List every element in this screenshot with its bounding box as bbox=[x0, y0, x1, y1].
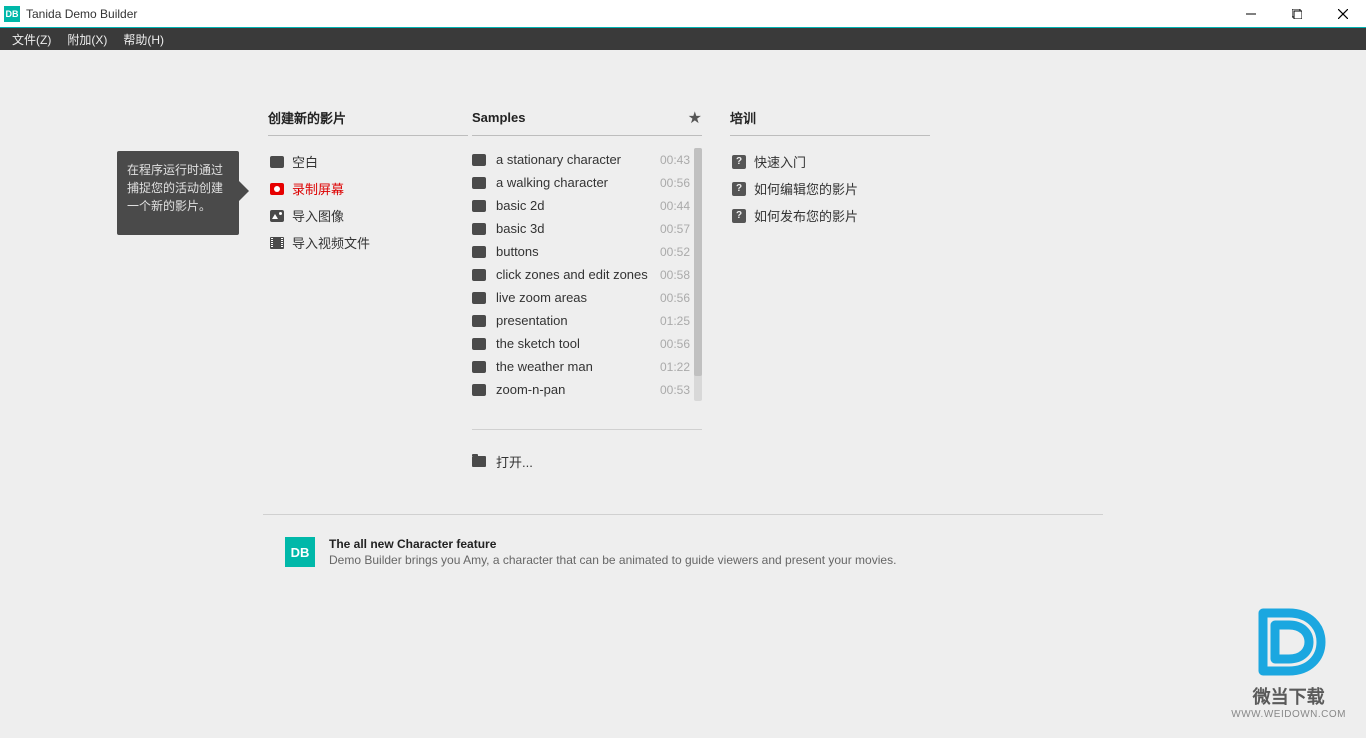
feature-callout: DB The all new Character feature Demo Bu… bbox=[263, 537, 1103, 567]
sample-label: the weather man bbox=[496, 359, 593, 374]
samples-title: Samples bbox=[472, 110, 525, 125]
film-icon bbox=[268, 236, 286, 250]
video-icon bbox=[472, 153, 490, 167]
feature-desc: Demo Builder brings you Amy, a character… bbox=[329, 553, 896, 567]
window-title: Tanida Demo Builder bbox=[26, 7, 137, 21]
samples-list: a stationary character 00:43 a walking cha… bbox=[472, 148, 702, 401]
sample-item[interactable]: basic 3d 00:57 bbox=[472, 217, 690, 240]
video-icon bbox=[472, 268, 490, 282]
training-item-label: 快速入门 bbox=[754, 152, 806, 171]
create-item-label: 导入视频文件 bbox=[292, 233, 370, 252]
video-icon bbox=[472, 383, 490, 397]
record-icon bbox=[268, 182, 286, 196]
watermark: 微当下载 WWW.WEIDOWN.COM bbox=[1231, 603, 1346, 720]
menu-addon[interactable]: 附加(X) bbox=[59, 29, 115, 50]
sample-item[interactable]: presentation 01:25 bbox=[472, 309, 690, 332]
create-item-label: 录制屏幕 bbox=[292, 179, 344, 198]
sample-label: basic 2d bbox=[496, 198, 544, 213]
scrollbar[interactable] bbox=[694, 148, 702, 401]
app-icon: DB bbox=[4, 6, 20, 22]
create-item-blank[interactable]: 空白 bbox=[268, 148, 468, 175]
sample-label: zoom-n-pan bbox=[496, 382, 565, 397]
minimize-button[interactable] bbox=[1228, 0, 1274, 28]
create-column: 创建新的影片 空白 录制屏幕 导入图像 导入视频文件 bbox=[268, 108, 468, 738]
video-icon bbox=[472, 245, 490, 259]
sample-duration: 00:53 bbox=[660, 383, 690, 397]
sample-duration: 00:56 bbox=[660, 176, 690, 190]
sample-label: buttons bbox=[496, 244, 539, 259]
open-button[interactable]: 打开... bbox=[472, 429, 702, 471]
training-title: 培训 bbox=[730, 108, 756, 127]
watermark-text1: 微当下载 bbox=[1231, 683, 1346, 709]
sample-duration: 01:22 bbox=[660, 360, 690, 374]
close-button[interactable] bbox=[1320, 0, 1366, 28]
divider bbox=[263, 514, 1103, 515]
video-icon bbox=[472, 360, 490, 374]
create-item-label: 导入图像 bbox=[292, 206, 344, 225]
open-label: 打开... bbox=[496, 452, 533, 471]
training-item-publish[interactable]: ? 如何发布您的影片 bbox=[730, 202, 930, 229]
menu-file[interactable]: 文件(Z) bbox=[4, 29, 59, 50]
create-item-import-image[interactable]: 导入图像 bbox=[268, 202, 468, 229]
video-icon bbox=[472, 314, 490, 328]
sample-item[interactable]: a walking character 00:56 bbox=[472, 171, 690, 194]
menubar: 文件(Z) 附加(X) 帮助(H) bbox=[0, 28, 1366, 50]
sample-label: presentation bbox=[496, 313, 568, 328]
video-icon bbox=[472, 337, 490, 351]
sample-duration: 00:52 bbox=[660, 245, 690, 259]
tooltip-record: 在程序运行时通过捕捉您的活动创建一个新的影片。 bbox=[117, 151, 239, 235]
box-icon bbox=[268, 155, 286, 169]
sample-label: live zoom areas bbox=[496, 290, 587, 305]
sample-duration: 00:56 bbox=[660, 291, 690, 305]
sample-duration: 00:56 bbox=[660, 337, 690, 351]
folder-icon bbox=[472, 456, 490, 467]
sample-label: basic 3d bbox=[496, 221, 544, 236]
create-item-record[interactable]: 录制屏幕 bbox=[268, 175, 468, 202]
video-icon bbox=[472, 291, 490, 305]
sample-item[interactable]: buttons 00:52 bbox=[472, 240, 690, 263]
create-item-label: 空白 bbox=[292, 152, 318, 171]
training-item-label: 如何发布您的影片 bbox=[754, 206, 858, 225]
menu-help[interactable]: 帮助(H) bbox=[115, 29, 172, 50]
sample-item[interactable]: the weather man 01:22 bbox=[472, 355, 690, 378]
video-icon bbox=[472, 199, 490, 213]
watermark-logo-icon bbox=[1245, 603, 1333, 681]
create-item-import-video[interactable]: 导入视频文件 bbox=[268, 229, 468, 256]
star-icon[interactable]: ★ bbox=[688, 108, 702, 128]
sample-label: click zones and edit zones bbox=[496, 267, 648, 282]
help-icon: ? bbox=[730, 182, 748, 196]
maximize-button[interactable] bbox=[1274, 0, 1320, 28]
samples-column: Samples ★ a stationary character 00:43 a w… bbox=[472, 108, 702, 738]
feature-logo-icon: DB bbox=[285, 537, 315, 567]
video-icon bbox=[472, 222, 490, 236]
sample-label: a stationary character bbox=[496, 152, 621, 167]
training-item-label: 如何编辑您的影片 bbox=[754, 179, 858, 198]
sample-label: the sketch tool bbox=[496, 336, 580, 351]
sample-label: a walking character bbox=[496, 175, 608, 190]
sample-item[interactable]: the sketch tool 00:56 bbox=[472, 332, 690, 355]
sample-item[interactable]: basic 2d 00:44 bbox=[472, 194, 690, 217]
sample-duration: 00:43 bbox=[660, 153, 690, 167]
sample-duration: 01:25 bbox=[660, 314, 690, 328]
watermark-text2: WWW.WEIDOWN.COM bbox=[1231, 709, 1346, 720]
video-icon bbox=[472, 176, 490, 190]
sample-duration: 00:44 bbox=[660, 199, 690, 213]
help-icon: ? bbox=[730, 155, 748, 169]
training-item-edit[interactable]: ? 如何编辑您的影片 bbox=[730, 175, 930, 202]
feature-title: The all new Character feature bbox=[329, 537, 896, 551]
sample-item[interactable]: live zoom areas 00:56 bbox=[472, 286, 690, 309]
sample-item[interactable]: zoom-n-pan 00:53 bbox=[472, 378, 690, 401]
sample-duration: 00:58 bbox=[660, 268, 690, 282]
training-item-quickstart[interactable]: ? 快速入门 bbox=[730, 148, 930, 175]
sample-item[interactable]: a stationary character 00:43 bbox=[472, 148, 690, 171]
create-title: 创建新的影片 bbox=[268, 108, 346, 127]
sample-duration: 00:57 bbox=[660, 222, 690, 236]
window-titlebar: DB Tanida Demo Builder bbox=[0, 0, 1366, 28]
image-icon bbox=[268, 209, 286, 223]
sample-item[interactable]: click zones and edit zones 00:58 bbox=[472, 263, 690, 286]
training-column: 培训 ? 快速入门 ? 如何编辑您的影片 ? 如何发布您的影片 bbox=[730, 108, 930, 738]
help-icon: ? bbox=[730, 209, 748, 223]
